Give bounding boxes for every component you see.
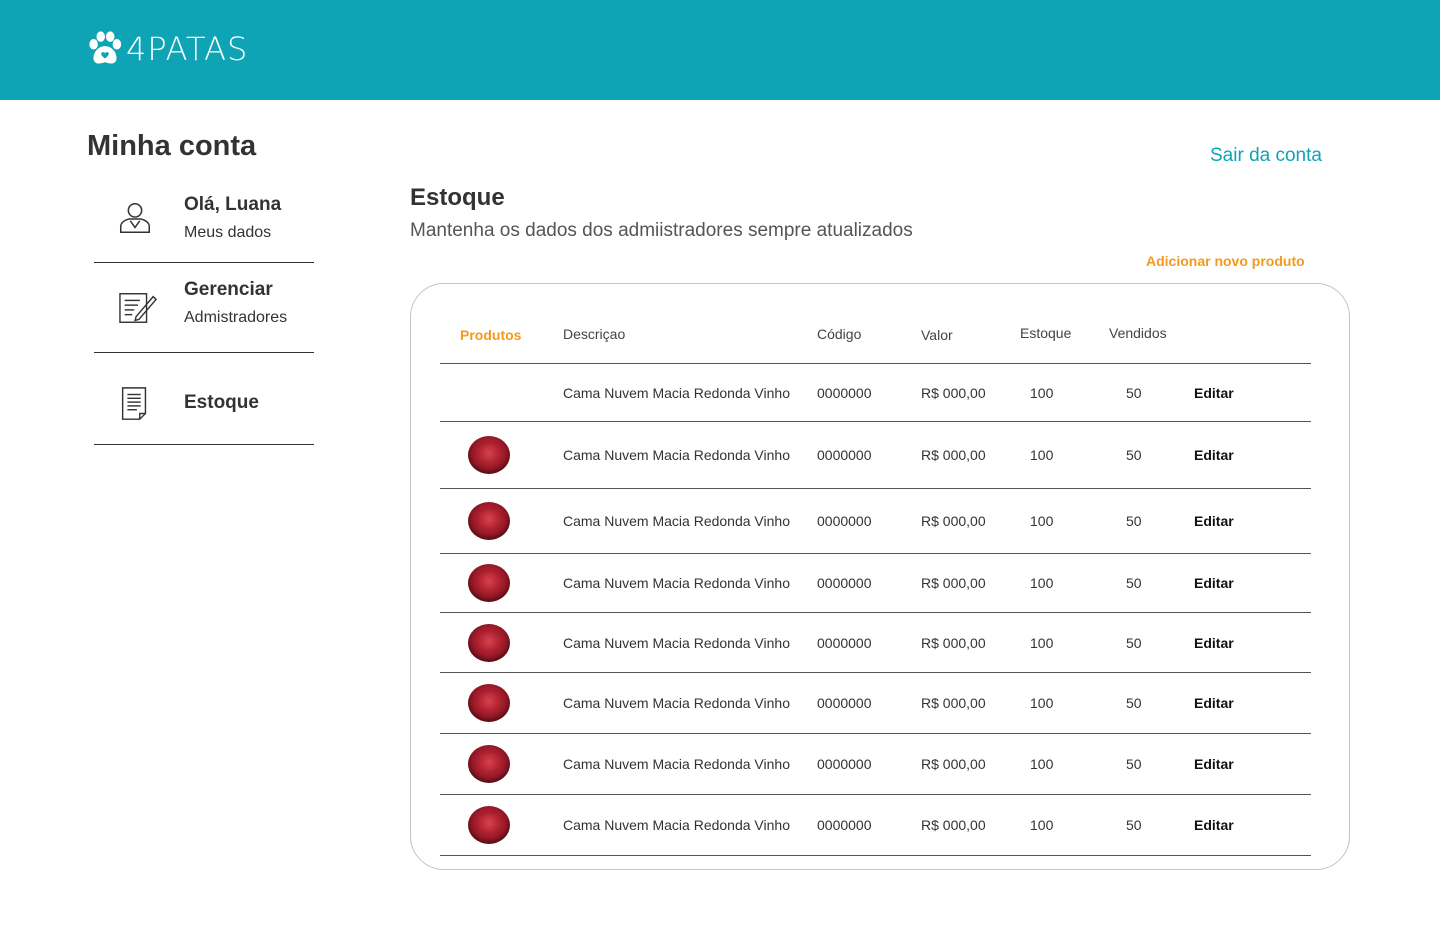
edit-button[interactable]: Editar [1194, 447, 1234, 463]
row-stock: 100 [1030, 513, 1054, 529]
table-row: Cama Nuvem Macia Redonda Vinho 0000000 R… [440, 673, 1311, 734]
table-row: Cama Nuvem Macia Redonda Vinho 0000000 R… [440, 554, 1311, 613]
row-price: R$ 000,00 [921, 384, 986, 401]
brand-logo[interactable]: 4PATAS [86, 30, 248, 68]
sidebar-item-subtitle: Meus dados [184, 224, 272, 241]
product-thumbnail [468, 502, 510, 540]
paw-icon [89, 31, 122, 64]
table-row: Cama Nuvem Macia Redonda Vinho 0000000 R… [440, 613, 1311, 673]
edit-button[interactable]: Editar [1194, 385, 1234, 401]
product-thumbnail [468, 806, 510, 844]
column-header-stock: Estoque [1020, 325, 1072, 341]
edit-button[interactable]: Editar [1194, 817, 1234, 833]
row-stock: 100 [1030, 817, 1054, 833]
row-description: Cama Nuvem Macia Redonda Vinho [563, 384, 790, 401]
row-stock: 100 [1030, 447, 1054, 463]
product-thumbnail [468, 623, 510, 662]
brand-name: 4PATAS [126, 30, 249, 68]
sidebar-item-admins[interactable]: Gerenciar Admistradores [94, 263, 314, 353]
row-sold: 50 [1126, 447, 1142, 463]
row-description: Cama Nuvem Macia Redonda Vinho [563, 756, 790, 772]
edit-button[interactable]: Editar [1194, 695, 1234, 711]
row-code: 0000000 [817, 384, 872, 401]
row-code: 0000000 [817, 817, 872, 833]
row-stock: 100 [1030, 384, 1054, 401]
row-description: Cama Nuvem Macia Redonda Vinho [563, 513, 790, 529]
product-thumbnail [468, 684, 510, 722]
column-header-products[interactable]: Produtos [460, 327, 521, 343]
edit-button[interactable]: Editar [1194, 513, 1234, 529]
row-code: 0000000 [817, 756, 872, 772]
sidebar-item-subtitle: Admistradores [184, 309, 288, 326]
sidebar-item-title: Estoque [184, 392, 259, 413]
row-stock: 100 [1030, 695, 1054, 711]
column-header-price: Valor [921, 327, 953, 343]
row-price: R$ 000,00 [921, 756, 986, 772]
stock-table: Produtos Descriçao Código Valor Estoque … [410, 283, 1350, 870]
row-code: 0000000 [817, 447, 872, 463]
section-subtitle: Mantenha os dados dos admiistradores sem… [410, 220, 913, 241]
row-description: Cama Nuvem Macia Redonda Vinho [563, 575, 790, 591]
column-header-sold: Vendidos [1109, 325, 1167, 341]
product-thumbnail [468, 564, 510, 602]
section-title: Estoque [410, 184, 505, 211]
row-sold: 50 [1126, 756, 1142, 772]
row-code: 0000000 [817, 695, 872, 711]
sidebar-item-stock[interactable]: Estoque [94, 353, 314, 445]
edit-button[interactable]: Editar [1194, 756, 1234, 772]
row-code: 0000000 [817, 513, 872, 529]
edit-button[interactable]: Editar [1194, 575, 1234, 591]
row-price: R$ 000,00 [921, 513, 986, 529]
row-description: Cama Nuvem Macia Redonda Vinho [563, 695, 790, 711]
edit-button[interactable]: Editar [1194, 635, 1234, 651]
row-price: R$ 000,00 [921, 817, 986, 833]
row-description: Cama Nuvem Macia Redonda Vinho [563, 447, 790, 463]
row-sold: 50 [1126, 695, 1142, 711]
row-description: Cama Nuvem Macia Redonda Vinho [563, 817, 790, 833]
column-header-code: Código [817, 326, 862, 342]
row-price: R$ 000,00 [921, 634, 986, 651]
table-row: Cama Nuvem Macia Redonda Vinho 0000000 R… [440, 364, 1311, 422]
row-price: R$ 000,00 [921, 447, 986, 463]
row-sold: 50 [1126, 634, 1142, 651]
user-icon [119, 202, 151, 234]
page-title: Minha conta [87, 130, 257, 162]
row-sold: 50 [1126, 575, 1142, 591]
table-row: Cama Nuvem Macia Redonda Vinho 0000000 R… [440, 795, 1311, 856]
table-row: Cama Nuvem Macia Redonda Vinho 0000000 R… [440, 734, 1311, 795]
product-thumbnail [468, 745, 510, 783]
row-price: R$ 000,00 [921, 695, 986, 711]
row-description: Cama Nuvem Macia Redonda Vinho [563, 634, 790, 651]
column-header-description: Descriçao [563, 326, 626, 342]
row-stock: 100 [1030, 634, 1054, 651]
row-price: R$ 000,00 [921, 575, 986, 591]
sidebar-item-title: Olá, Luana [184, 194, 282, 215]
row-sold: 50 [1126, 513, 1142, 529]
document-icon [121, 387, 147, 420]
sidebar-item-title: Gerenciar [184, 279, 273, 300]
sidebar-item-profile[interactable]: Olá, Luana Meus dados [94, 180, 314, 263]
logout-link[interactable]: Sair da conta [1210, 145, 1322, 167]
product-thumbnail [468, 436, 510, 474]
row-stock: 100 [1030, 756, 1054, 772]
table-row: Cama Nuvem Macia Redonda Vinho 0000000 R… [440, 489, 1311, 554]
table-row: Cama Nuvem Macia Redonda Vinho 0000000 R… [440, 422, 1311, 489]
edit-document-icon [119, 293, 158, 323]
row-stock: 100 [1030, 575, 1054, 591]
row-code: 0000000 [817, 634, 872, 651]
row-code: 0000000 [817, 575, 872, 591]
top-header: 4PATAS [0, 0, 1440, 100]
add-product-link[interactable]: Adicionar novo produto [1146, 253, 1305, 269]
row-sold: 50 [1126, 384, 1142, 401]
row-sold: 50 [1126, 817, 1142, 833]
